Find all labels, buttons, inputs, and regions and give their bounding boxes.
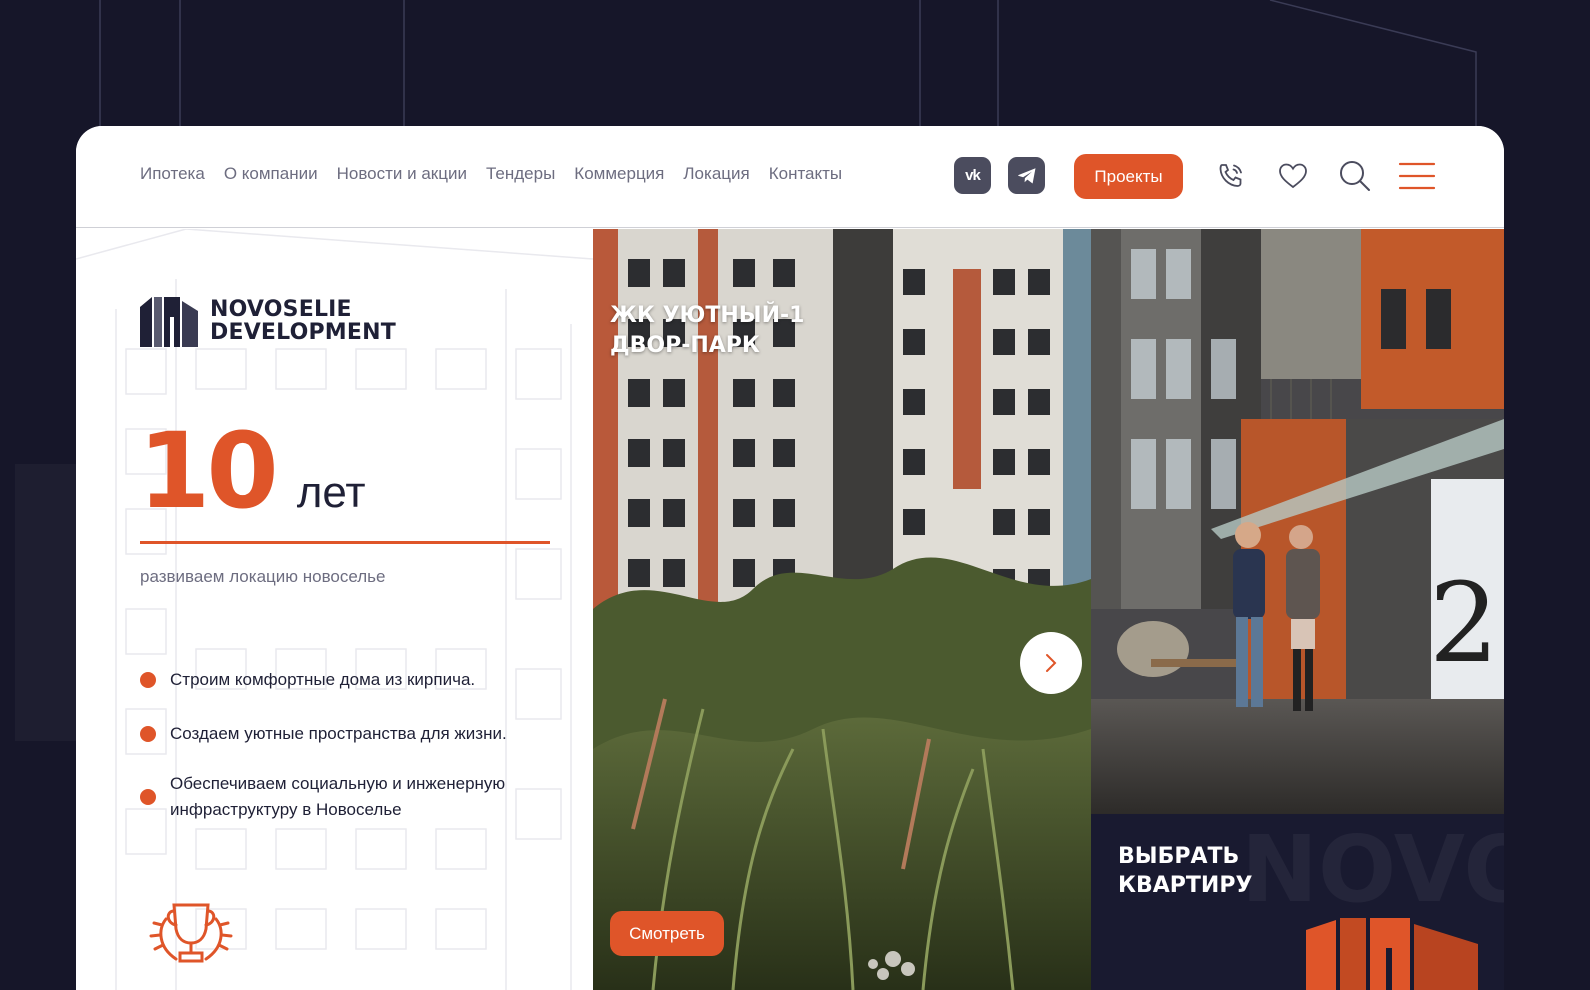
nav-item-tenders[interactable]: Тендеры <box>486 162 555 186</box>
entrance-photo: 2 <box>1091 229 1504 814</box>
tagline: развиваем локацию новоселье <box>140 567 386 586</box>
choose-apartment-line-2: КВАРТИРУ <box>1118 873 1253 898</box>
divider-line <box>140 541 550 544</box>
nav-item-mortgage[interactable]: Ипотека <box>140 162 205 186</box>
site-header: Ипотека О компании Новости и акции Тенде… <box>76 126 1504 228</box>
nav-item-location[interactable]: Локация <box>683 162 749 186</box>
years-number: 10 <box>138 410 279 532</box>
main-nav: Ипотека О компании Новости и акции Тенде… <box>140 162 861 186</box>
projects-button[interactable]: Проекты <box>1074 154 1183 199</box>
nav-item-commerce[interactable]: Коммерция <box>574 162 664 186</box>
intro-panel: NOVOSELIE DEVELOPMENT 10 лет развиваем л… <box>76 229 593 990</box>
feature-item: Строим комфортные дома из кирпича. <box>140 667 475 693</box>
vk-button[interactable]: vk <box>954 157 991 194</box>
project-title-line-1: ЖК УЮТНЫЙ-1 <box>610 303 805 328</box>
feature-item: Обеспечиваем социальную и инженерную инф… <box>140 771 505 823</box>
svg-text:2: 2 <box>1429 559 1499 687</box>
feature-text: Обеспечиваем социальную и инженерную инф… <box>170 771 505 823</box>
building-graphic-icon <box>1306 918 1478 990</box>
nav-item-news[interactable]: Новости и акции <box>337 162 467 186</box>
bullet-dot-icon <box>140 789 156 805</box>
choose-apartment-button[interactable]: NOVO ВЫБРАТЬ КВАРТИРУ <box>1091 814 1504 990</box>
heart-icon[interactable] <box>1273 156 1313 196</box>
vk-icon: vk <box>965 167 981 184</box>
telegram-button[interactable] <box>1008 157 1045 194</box>
award-trophy-icon <box>136 899 246 974</box>
bullet-dot-icon <box>140 672 156 688</box>
menu-icon[interactable] <box>1397 156 1437 196</box>
brand-name: NOVOSELIE DEVELOPMENT <box>210 298 396 344</box>
nav-item-about[interactable]: О компании <box>224 162 318 186</box>
watch-button[interactable]: Смотреть <box>610 911 724 956</box>
telegram-icon <box>1017 167 1035 183</box>
project-title-line-2: ДВОР-ПАРК <box>610 333 760 358</box>
project-photo[interactable]: ЖК УЮТНЫЙ-1 ДВОР-ПАРК Смотреть <box>593 229 1091 990</box>
choose-apartment-title: ВЫБРАТЬ КВАРТИРУ <box>1118 842 1252 900</box>
feature-text-line-2: инфраструктуру в Новоселье <box>170 800 402 819</box>
feature-item: Создаем уютные пространства для жизни. <box>140 721 507 747</box>
phone-icon[interactable] <box>1211 156 1251 196</box>
building-logo-icon <box>140 297 198 347</box>
entrance-photo-image: 2 <box>1091 229 1504 814</box>
slider-next-button[interactable] <box>1020 632 1082 694</box>
watermark-text: NOVO <box>1241 816 1504 923</box>
feature-text-line-1: Обеспечиваем социальную и инженерную <box>170 774 506 793</box>
brand-line-1: NOVOSELIE <box>210 297 352 322</box>
feature-text: Строим комфортные дома из кирпича. <box>170 670 476 689</box>
brand-line-2: DEVELOPMENT <box>210 320 396 345</box>
years-counter: 10 лет <box>138 419 366 523</box>
feature-text: Создаем уютные пространства для жизни. <box>170 724 507 743</box>
nav-item-contacts[interactable]: Контакты <box>769 162 842 186</box>
chevron-right-icon <box>1046 654 1057 672</box>
brand-logo[interactable]: NOVOSELIE DEVELOPMENT <box>140 295 396 347</box>
project-title: ЖК УЮТНЫЙ-1 ДВОР-ПАРК <box>610 301 804 361</box>
years-unit: лет <box>296 468 366 517</box>
bullet-dot-icon <box>140 726 156 742</box>
search-icon[interactable] <box>1335 156 1375 196</box>
main-card: Ипотека О компании Новости и акции Тенде… <box>76 126 1504 990</box>
choose-apartment-line-1: ВЫБРАТЬ <box>1118 844 1240 869</box>
